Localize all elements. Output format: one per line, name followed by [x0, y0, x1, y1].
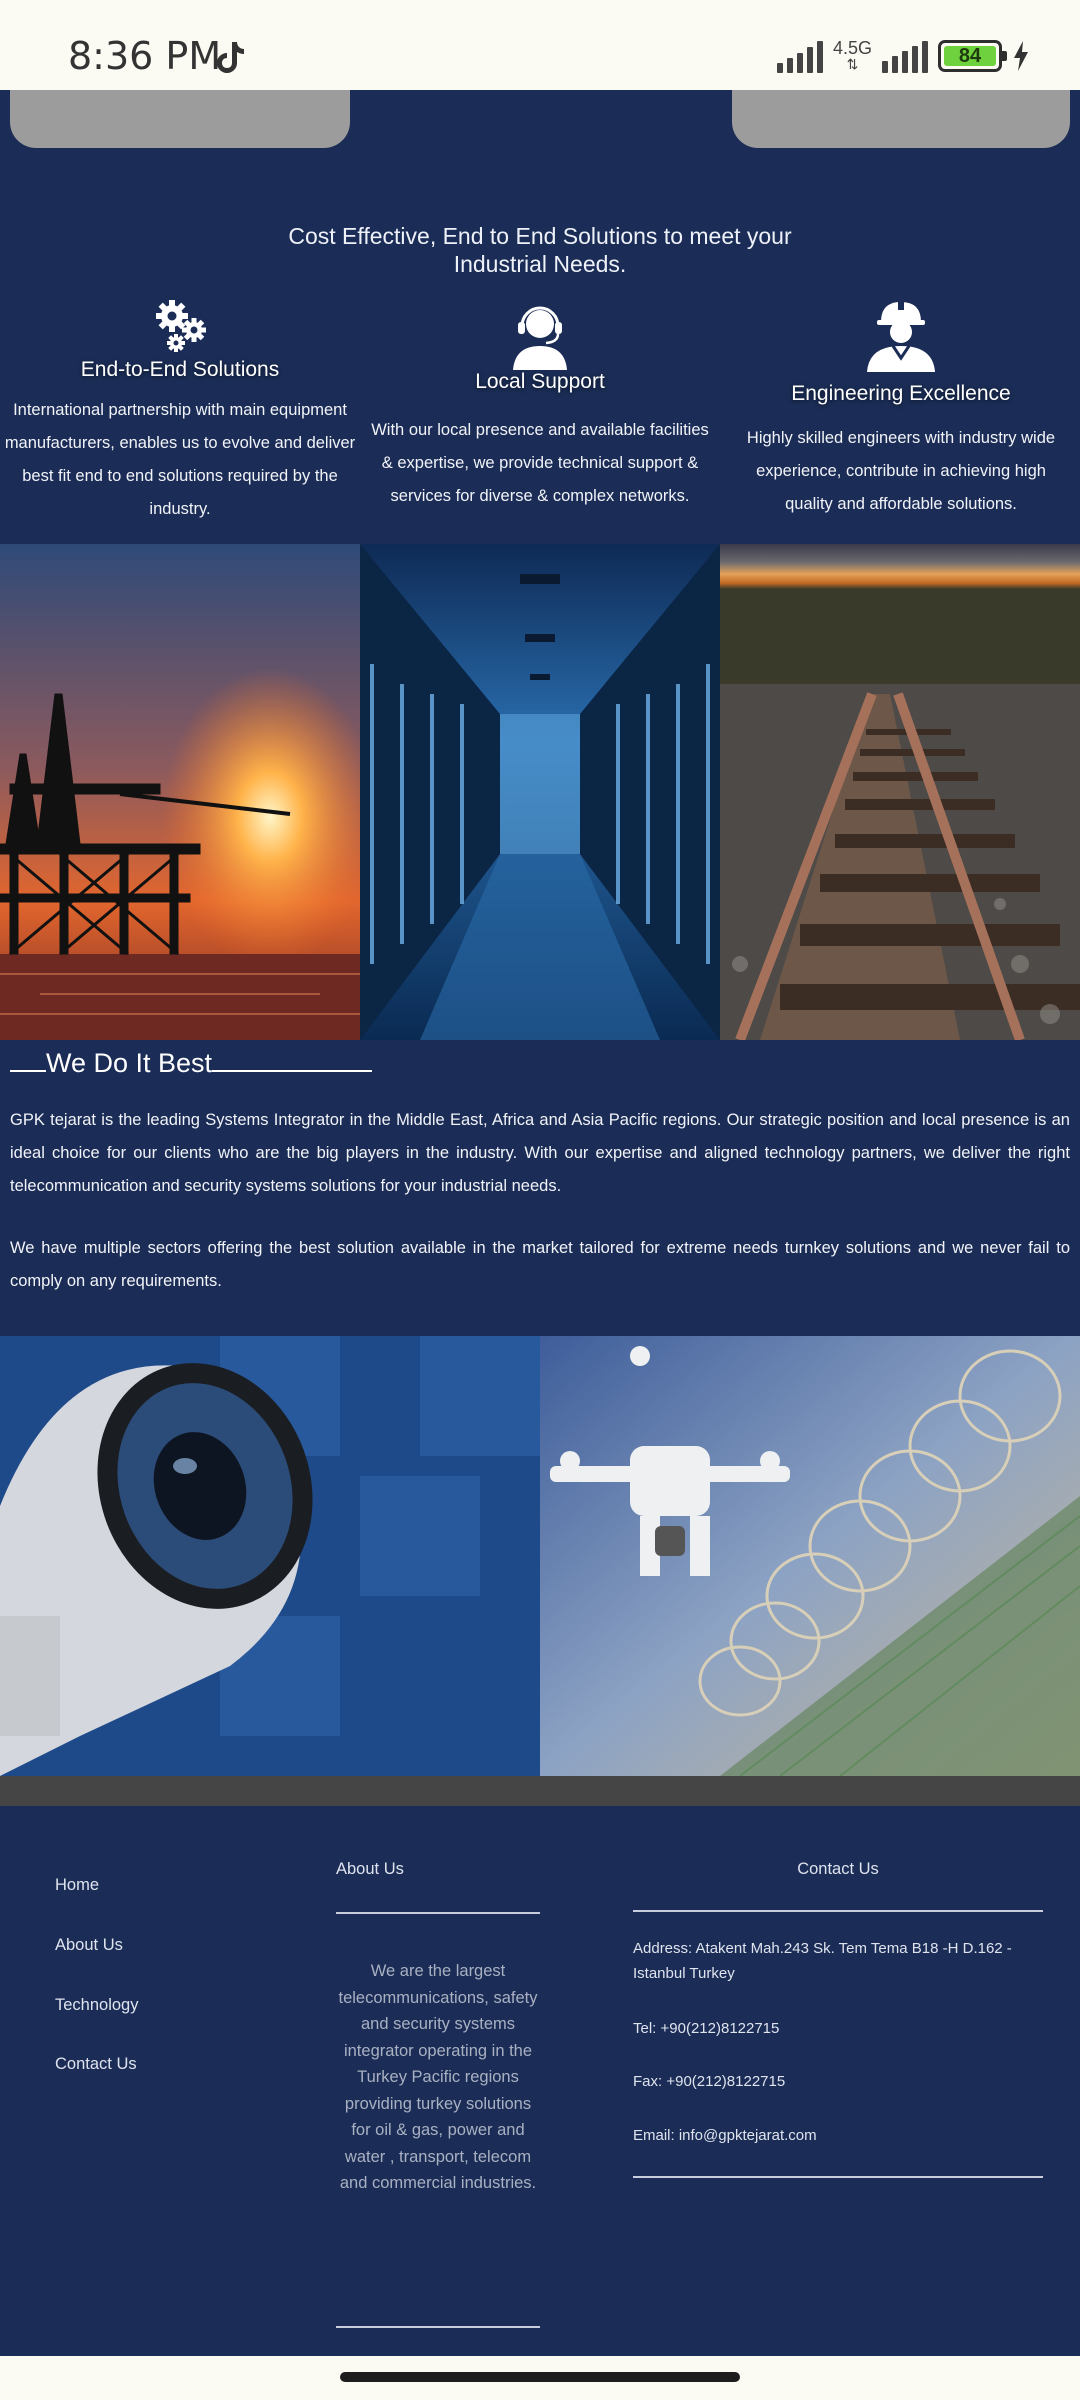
- gears-icon: [156, 300, 206, 352]
- network-label: 4.5G: [832, 38, 872, 58]
- data-center-photo: [360, 544, 720, 1040]
- engineer-icon: [867, 300, 935, 372]
- footer-about-title: About Us: [336, 1860, 404, 1878]
- feature-text: International partnership with main equi…: [4, 401, 356, 518]
- status-icons: 4.5G ⇅ 84: [776, 36, 1030, 76]
- oil-rig-sunset-photo: [0, 544, 360, 1040]
- system-nav-bar: [0, 2356, 1080, 2400]
- feature-engineering: Engineering Excellence Highly skilled en…: [722, 298, 1080, 521]
- feature-text: Highly skilled engineers with industry w…: [746, 429, 1056, 513]
- security-camera-photo: [0, 1336, 540, 1776]
- headset-support-icon: [513, 306, 567, 370]
- footer-contact-title: Contact Us: [797, 1860, 879, 1878]
- footer-link-technology[interactable]: Technology: [55, 1996, 138, 2015]
- status-time: 8:36 PM: [68, 34, 222, 78]
- battery-level: 84: [944, 46, 996, 66]
- feature-title: End-to-End Solutions: [80, 358, 280, 381]
- drone-fence-photo: [540, 1336, 1080, 1776]
- intro-heading: Cost Effective, End to End Solutions to …: [288, 223, 792, 277]
- section-title-text: We Do It Best: [46, 1048, 213, 1078]
- feature-local-support: Local Support With our local presence an…: [364, 300, 716, 513]
- signal-icon: [776, 39, 823, 73]
- footer-contact-rule-top: [633, 1910, 1043, 1912]
- footer-contact-rule-bottom: [633, 2176, 1043, 2178]
- footer-about-text: We are the largest telecommunications, s…: [338, 1962, 538, 2192]
- signal-icon: [882, 39, 928, 73]
- contact-address: Address: Atakent Mah.243 Sk. Tem Tema B1…: [633, 1940, 1012, 1982]
- section-title: We Do It Best: [10, 1048, 373, 1079]
- footer-link-contact[interactable]: Contact Us: [55, 2055, 137, 2074]
- about-paragraph-1: GPK tejarat is the leading Systems Integ…: [10, 1111, 1070, 1195]
- home-gesture-handle[interactable]: [340, 2372, 740, 2382]
- railway-track-photo: [720, 544, 1080, 1040]
- top-tab-left[interactable]: [10, 90, 350, 148]
- battery-icon: 84: [938, 40, 1007, 72]
- footer-link-home[interactable]: Home: [55, 1876, 99, 1895]
- tiktok-icon: [217, 42, 244, 73]
- contact-email[interactable]: Email: info@gpktejarat.com: [633, 2123, 1053, 2148]
- top-tab-right[interactable]: [732, 90, 1070, 148]
- title-rule-right: [212, 1070, 373, 1072]
- feature-text: With our local presence and available fa…: [371, 421, 709, 505]
- footer-about-rule-bottom: [336, 2326, 540, 2328]
- about-paragraph-2: We have multiple sectors offering the be…: [10, 1239, 1070, 1290]
- footer-divider-strip: [0, 1776, 1080, 1806]
- contact-tel[interactable]: Tel: +90(212)8122715: [633, 2016, 1053, 2041]
- data-arrows-icon: ⇅: [846, 56, 859, 72]
- charging-icon: [1014, 41, 1028, 71]
- feature-title: Local Support: [475, 370, 605, 393]
- network-type: 4.5G ⇅: [832, 38, 872, 72]
- title-rule-left: [10, 1070, 46, 1072]
- status-bar: 8:36 PM 4.5G ⇅ 84: [0, 0, 1080, 90]
- feature-end-to-end: End-to-End Solutions International partn…: [0, 296, 360, 526]
- contact-fax: Fax: +90(212)8122715: [633, 2073, 786, 2090]
- feature-title: Engineering Excellence: [791, 382, 1011, 405]
- footer-about-rule-top: [336, 1912, 540, 1914]
- footer-link-about[interactable]: About Us: [55, 1936, 123, 1955]
